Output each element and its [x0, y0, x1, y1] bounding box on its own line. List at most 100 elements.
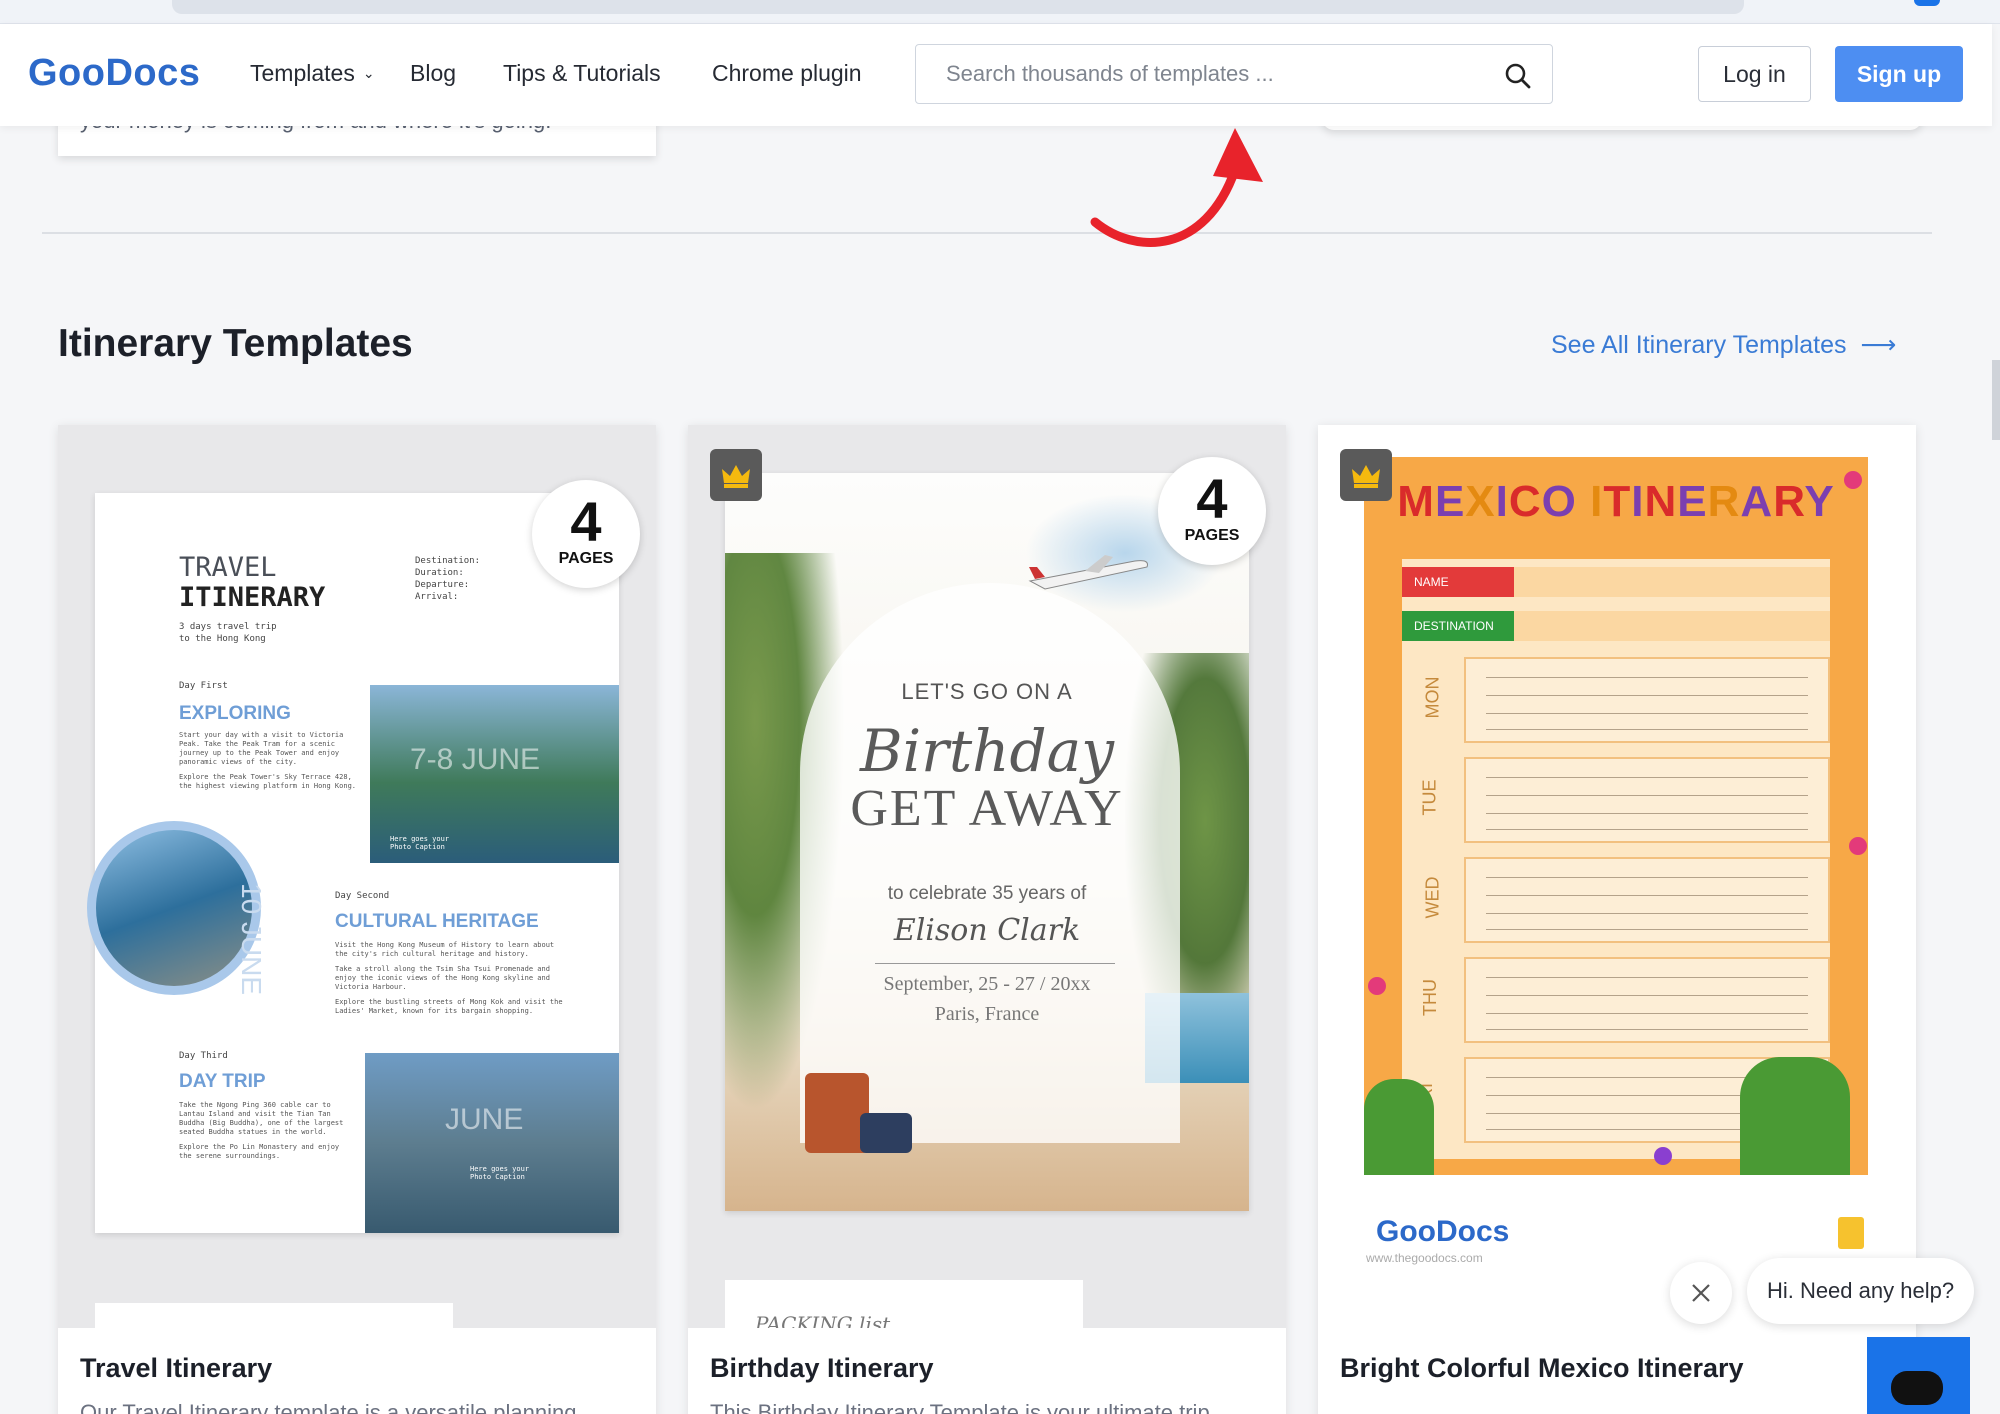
caption-line: Photo Caption	[390, 843, 445, 851]
pages-label: PAGES	[558, 550, 614, 567]
flower-icon	[1368, 977, 1386, 995]
browser-address-bar[interactable]	[172, 0, 1744, 14]
preview-text-line: Buddha (Big Buddha), one of the largest	[179, 1119, 344, 1127]
title-letter: Y	[1804, 477, 1835, 526]
signup-button[interactable]: Sign up	[1835, 46, 1963, 102]
pages-badge: 4 PAGES	[1158, 457, 1266, 565]
title-letter: O	[1541, 477, 1577, 526]
chevron-down-icon: ⌄	[362, 65, 375, 81]
preview-meta-line: Departure:	[415, 580, 470, 590]
card-title[interactable]: Birthday Itinerary	[710, 1353, 934, 1384]
nav-blog[interactable]: Blog	[410, 60, 456, 87]
nav-chrome-plugin[interactable]: Chrome plugin	[712, 60, 862, 87]
next-page-peek	[95, 1303, 453, 1328]
preview-text-line: seated Buddha statues in the world.	[179, 1128, 327, 1136]
row-line	[1486, 877, 1808, 878]
row-line	[1486, 795, 1808, 796]
preview-lets: LET'S GO ON A	[901, 679, 1073, 704]
preview-rule	[875, 963, 1115, 964]
day-label: WED	[1422, 876, 1443, 919]
cactus-icon	[1740, 1057, 1850, 1175]
row-line	[1486, 1013, 1808, 1014]
flower-icon	[1844, 471, 1862, 489]
browser-profile-icon[interactable]	[1914, 0, 1940, 6]
card-title[interactable]: Bright Colorful Mexico Itinerary	[1340, 1353, 1744, 1384]
preview-arch	[800, 583, 1180, 1143]
caption-line: Photo Caption	[470, 1173, 525, 1181]
preview-vertical-date: 10 JUNE	[236, 883, 267, 996]
row-line	[1486, 895, 1808, 896]
template-card-travel-itinerary[interactable]: TRAVEL ITINERARY Destination: Duration: …	[58, 425, 656, 1414]
page-scrollbar[interactable]	[1992, 360, 2000, 440]
preview-day-label: Day First	[179, 681, 228, 691]
arrow-right-icon: ⟶	[1860, 331, 1897, 359]
preview-day-label: Day Second	[335, 891, 390, 901]
preview-getaway: GET AWAY	[850, 780, 1124, 837]
chat-greeting-bubble[interactable]: Hi. Need any help?	[1747, 1258, 1974, 1324]
airplane-icon	[1028, 555, 1148, 590]
preview-text-line: Take a stroll along the Tsim Sha Tsui Pr…	[335, 965, 550, 973]
title-letter: C	[1508, 477, 1542, 526]
preview-name-field	[1514, 567, 1830, 597]
preview-destination-label: DESTINATION	[1402, 611, 1514, 641]
preview-body-text: Visit the Hong Kong Museum of History to…	[335, 941, 563, 1016]
title-letter: X	[1465, 477, 1496, 526]
preview-text-line: Victoria Harbour.	[335, 983, 407, 991]
preview-text-line: Visit the Hong Kong Museum of History to…	[335, 941, 555, 949]
row-line	[1486, 929, 1808, 930]
preview-text-line: journey up to the Peak Tower and enjoy	[179, 749, 340, 757]
pages-count: 4	[570, 490, 602, 553]
preview-body-text: Take the Ngong Ping 360 cable car to Lan…	[179, 1101, 343, 1161]
search-box[interactable]	[915, 44, 1553, 104]
template-preview[interactable]: LET'S GO ON A Birthday GET AWAY to celeb…	[688, 425, 1286, 1328]
day-label: TUE	[1419, 779, 1440, 816]
preview-subtitle: 3 days travel trip to the Hong Kong	[179, 621, 277, 645]
preview-photo-caption: Here goes your Photo Caption	[390, 835, 449, 851]
section-title: Itinerary Templates	[58, 322, 413, 365]
template-card-birthday-itinerary[interactable]: LET'S GO ON A Birthday GET AWAY to celeb…	[688, 425, 1286, 1414]
next-page-peek: PACKING list	[725, 1280, 1083, 1328]
title-letter: I	[1590, 477, 1604, 526]
card-title[interactable]: Travel Itinerary	[80, 1353, 272, 1384]
template-preview[interactable]: TRAVEL ITINERARY Destination: Duration: …	[58, 425, 656, 1328]
template-preview[interactable]: MEXICO ITINERARY NAME DESTINATION MON TUE…	[1318, 425, 1916, 1328]
row-line	[1486, 677, 1808, 678]
day-row	[1464, 957, 1830, 1043]
day-column: MON	[1402, 657, 1458, 743]
row-line	[1486, 913, 1808, 914]
preview-birthday: Birthday	[859, 717, 1115, 785]
preview-photo: 7-8 JUNE Here goes your Photo Caption	[370, 685, 619, 863]
preview-text-line: Explore the Peak Tower's Sky Terrace 428…	[179, 773, 352, 781]
pages-count: 4	[1196, 467, 1228, 530]
card-description: This Birthday Itinerary Template is your…	[710, 1400, 1210, 1414]
preview-text-line: Peak. Take the Peak Tram for a scenic	[179, 740, 335, 748]
goodocs-logo[interactable]: GooDocs	[28, 52, 200, 95]
nav-templates[interactable]: Templates ⌄	[250, 60, 375, 87]
preview-text-line: the city's rich cultural heritage and hi…	[335, 950, 529, 958]
nav-tips-tutorials[interactable]: Tips & Tutorials	[503, 60, 661, 87]
bag-icon	[860, 1113, 912, 1153]
section-divider	[42, 232, 1932, 234]
chat-launcher-button[interactable]	[1867, 1337, 1970, 1414]
login-button[interactable]: Log in	[1698, 46, 1811, 102]
preview-photo-caption: Here goes your Photo Caption	[470, 1165, 529, 1181]
chat-close-button[interactable]	[1670, 1262, 1732, 1324]
day-row	[1464, 657, 1830, 743]
preview-meta-line: Duration:	[415, 568, 464, 578]
title-letter: T	[1603, 477, 1632, 526]
chat-icon	[1891, 1371, 1943, 1405]
preview-text-line: the highest viewing platform in Hong Kon…	[179, 782, 357, 790]
see-all-link[interactable]: See All Itinerary Templates ⟶	[1551, 330, 1896, 360]
preview-body-text: Start your day with a visit to Victoria …	[179, 731, 356, 791]
preview-subtitle-line: to the Hong Kong	[179, 634, 266, 644]
title-letter: M	[1397, 477, 1435, 526]
preview-title: TRAVEL ITINERARY	[179, 553, 325, 613]
preview-text-line: Ladies' Market, known for its bargain sh…	[335, 1007, 534, 1015]
preview-text-line: Explore the Po Lin Monastery and enjoy	[179, 1143, 340, 1151]
search-icon[interactable]	[1504, 62, 1532, 90]
see-all-label: See All Itinerary Templates	[1551, 331, 1847, 359]
search-input[interactable]	[946, 60, 1466, 88]
preview-heading: DAY TRIP	[179, 1071, 266, 1092]
caption-line: Here goes your	[470, 1165, 530, 1173]
title-letter: E	[1677, 477, 1708, 526]
